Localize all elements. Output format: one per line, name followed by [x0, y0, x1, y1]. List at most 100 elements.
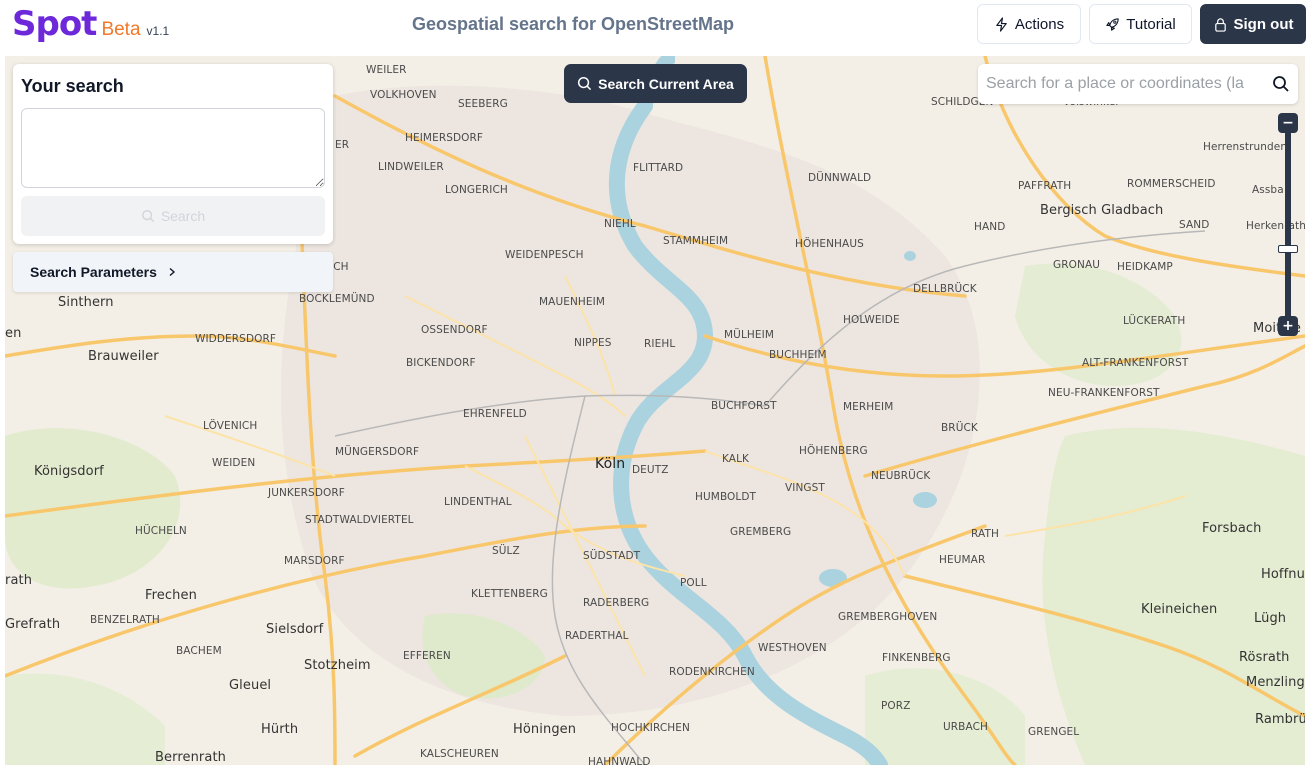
map-place-label: Grefrath: [5, 617, 61, 632]
map-place-label: MÜNGERSDORF: [335, 446, 420, 458]
map-place-label: MAUENHEIM: [539, 296, 606, 308]
map-place-label: ALT-FRANKENFORST: [1082, 357, 1189, 369]
map-place-label: HUMBOLDT: [695, 491, 757, 503]
map-place-label: BUCHHEIM: [769, 349, 827, 361]
map-place-label: LINDENTHAL: [444, 496, 512, 508]
tutorial-button[interactable]: Tutorial: [1089, 4, 1192, 44]
app-header: Spot Beta v1.1 Geospatial search for Ope…: [0, 0, 1310, 56]
map-place-label: SEEBERG: [458, 98, 508, 110]
map-place-label: SAND: [1179, 219, 1210, 231]
map-place-label: LÜCKERATH: [1123, 315, 1186, 327]
map-place-label: KALK: [722, 453, 750, 465]
map-place-label: POLL: [680, 577, 707, 589]
map-place-label: WEILER: [366, 64, 407, 76]
map-place-label: Sielsdorf: [266, 622, 324, 637]
map-place-label: WEIDEN: [212, 457, 256, 469]
map-place-label: SÜDSTADT: [583, 550, 641, 562]
map-place-label: HAND: [974, 221, 1006, 233]
map-place-label: ROMMERSCHEID: [1127, 178, 1216, 190]
map-place-label: HAHNWALD: [588, 756, 651, 765]
map-place-label: RADERBERG: [583, 597, 650, 609]
map-place-label: Königsdorf: [34, 464, 104, 479]
map-place-label: RODENKIRCHEN: [669, 666, 755, 678]
map-place-label: Berrenrath: [155, 750, 226, 765]
search-button-label: Search: [160, 208, 206, 224]
search-panel: Your search Search: [13, 64, 333, 244]
map-place-label: GREMBERGHOVEN: [838, 611, 938, 623]
map-place-label: HÖHENHAUS: [795, 238, 864, 250]
map-place-label: FINKENBERG: [882, 652, 951, 664]
map-place-label: BOCKLEMÜND: [299, 293, 375, 305]
map-place-label: VINGST: [785, 482, 825, 494]
map-place-label: Hoffnung: [1261, 567, 1305, 582]
map-place-label: Höningen: [513, 722, 577, 737]
map-place-label: WESTHOVEN: [758, 642, 827, 654]
map-place-label: LÖVENICH: [203, 420, 258, 432]
map-place-label: STADTWALDVIERTEL: [305, 514, 414, 526]
rocket-icon: [1106, 17, 1119, 31]
map-place-label: Hürth: [261, 722, 299, 737]
map-place-label: Herrenstrunden: [1203, 141, 1288, 153]
actions-button[interactable]: Actions: [977, 4, 1081, 44]
place-search-input[interactable]: [978, 64, 1264, 104]
search-current-area-button[interactable]: Search Current Area: [564, 64, 747, 103]
zoom-out-button[interactable]: −: [1278, 113, 1298, 133]
map-place-label: MERHEIM: [843, 401, 894, 413]
sign-out-label: Sign out: [1233, 15, 1294, 33]
map-place-label: Forsbach: [1202, 521, 1262, 536]
map-place-label: Sinthern: [58, 295, 114, 310]
map-place-label: HÖHENBERG: [799, 445, 868, 457]
map-place-label: Frechen: [145, 588, 197, 603]
map-place-label: Kleineichen: [1141, 602, 1218, 617]
map-place-label: rath: [5, 573, 33, 588]
map-place-label: LINDWEILER: [378, 161, 444, 173]
map-place-label: Köln: [595, 456, 626, 472]
search-panel-heading: Your search: [21, 76, 124, 96]
search-current-area-label: Search Current Area: [598, 75, 734, 92]
map-place-label: KLETTENBERG: [471, 588, 548, 600]
map-place-label: DELLBRÜCK: [913, 283, 977, 295]
map-place-label: Bergisch Gladbach: [1040, 203, 1164, 218]
map-place-label: Assba: [1252, 184, 1284, 196]
map-place-label: PORZ: [881, 700, 911, 712]
map-place-label: Rambrüc: [1255, 712, 1305, 727]
map-place-label: en: [5, 326, 22, 341]
app-title: Geospatial search for OpenStreetMap: [411, 14, 735, 34]
map-place-label: KALSCHEUREN: [420, 748, 499, 760]
map-place-label: MARSDORF: [284, 555, 345, 567]
place-search-box: [978, 64, 1298, 104]
map-place-label: ER: [335, 139, 350, 151]
map-place-label: FLITTARD: [633, 162, 684, 174]
map-place-label: EFFEREN: [403, 650, 451, 662]
search-icon[interactable]: [1272, 75, 1290, 93]
search-query-textarea[interactable]: [21, 108, 325, 188]
map-place-label: HEIDKAMP: [1117, 261, 1173, 273]
map-place-label: HEUMAR: [939, 554, 986, 566]
search-button[interactable]: Search: [21, 196, 325, 236]
map-place-label: URBACH: [943, 721, 989, 733]
map-place-label: Stotzheim: [304, 658, 371, 673]
zoom-in-button[interactable]: +: [1278, 316, 1298, 336]
map-place-label: Rösrath: [1239, 650, 1290, 665]
sign-out-button[interactable]: Sign out: [1200, 4, 1306, 44]
map-place-label: NEU-FRANKENFORST: [1048, 387, 1160, 399]
map-place-label: GRONAU: [1053, 259, 1101, 271]
actions-label: Actions: [1014, 15, 1065, 33]
map-place-label: Herkenrath: [1246, 220, 1305, 232]
map-place-label: RADERTHAL: [565, 630, 629, 642]
zoom-slider-handle[interactable]: [1278, 245, 1298, 253]
map-place-label: VOLKHOVEN: [370, 89, 437, 101]
map-place-label: RIEHL: [644, 338, 676, 350]
search-parameters-toggle[interactable]: Search Parameters: [13, 252, 333, 292]
map-place-label: EHRENFELD: [463, 408, 527, 420]
map-place-label: NEUBRÜCK: [871, 470, 931, 482]
map-place-label: Lügh: [1254, 611, 1287, 626]
map-place-label: BRÜCK: [941, 422, 978, 434]
map-place-label: LONGERICH: [445, 184, 508, 196]
map-place-label: SÜLZ: [492, 545, 520, 557]
zoom-slider-track[interactable]: [1285, 116, 1291, 336]
map-place-label: DÜNNWALD: [808, 172, 872, 184]
map-place-label: MÜLHEIM: [724, 329, 774, 341]
map-place-label: HÜCHELN: [135, 525, 187, 537]
map-place-label: GREMBERG: [730, 526, 792, 538]
